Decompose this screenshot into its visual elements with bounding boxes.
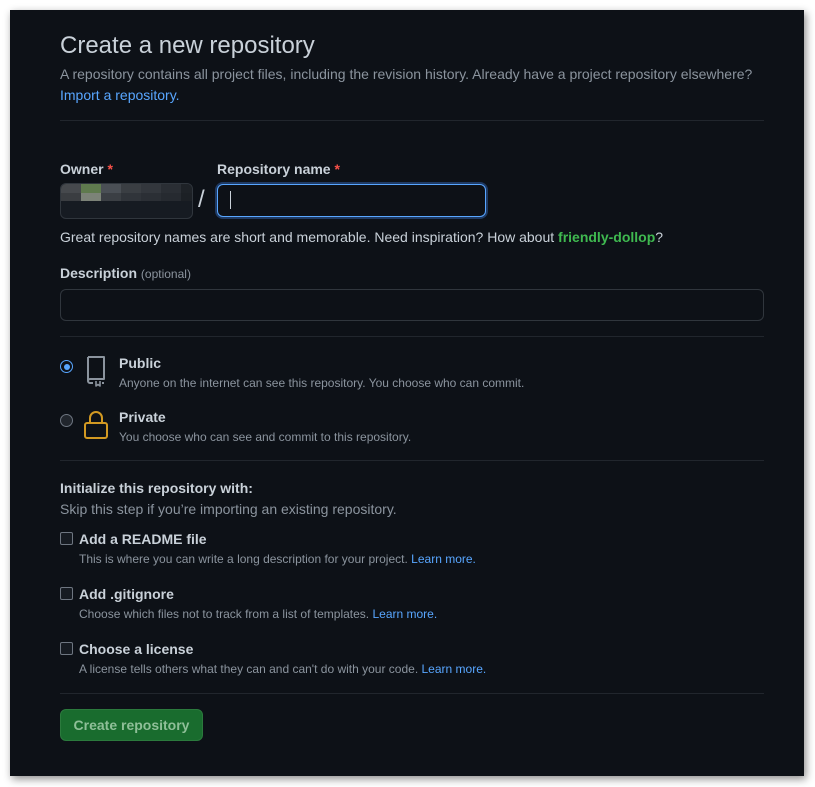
public-option-title: Public: [119, 355, 162, 371]
readme-learn-more-link[interactable]: Learn more.: [411, 552, 476, 566]
name-hint: Great repository names are short and mem…: [60, 229, 663, 245]
description-input[interactable]: [60, 289, 764, 321]
repository-name-label-text: Repository name: [217, 161, 331, 177]
private-radio[interactable]: [60, 414, 73, 427]
owner-label: Owner *: [60, 161, 113, 177]
gitignore-learn-more-link[interactable]: Learn more.: [372, 607, 437, 621]
create-repository-window: Create a new repository A repository con…: [10, 10, 804, 776]
gitignore-title: Add .gitignore: [79, 586, 174, 602]
license-learn-more-link[interactable]: Learn more.: [422, 662, 487, 676]
license-description: A license tells others what they can and…: [79, 662, 486, 676]
owner-repo-separator: /: [198, 186, 205, 213]
initialize-title: Initialize this repository with:: [60, 480, 253, 496]
initialize-subtitle: Skip this step if you’re importing an ex…: [60, 501, 397, 517]
gitignore-description: Choose which files not to track from a l…: [79, 607, 437, 621]
owner-select[interactable]: [60, 183, 193, 219]
optional-tag: (optional): [140, 267, 191, 281]
readme-description-text: This is where you can write a long descr…: [79, 552, 408, 566]
lock-icon: [83, 409, 109, 441]
description-label: Description (optional): [60, 265, 191, 281]
divider: [60, 460, 764, 461]
gitignore-checkbox[interactable]: [60, 587, 73, 600]
repository-name-label: Repository name *: [217, 161, 340, 177]
private-option-title: Private: [119, 409, 166, 425]
gitignore-description-text: Choose which files not to track from a l…: [79, 607, 370, 621]
divider: [60, 336, 764, 337]
avatar: [61, 184, 192, 218]
divider: [60, 120, 764, 121]
readme-description: This is where you can write a long descr…: [79, 552, 476, 566]
name-hint-text: Great repository names are short and mem…: [60, 229, 559, 245]
import-repository-link[interactable]: Import a repository.: [60, 87, 180, 103]
readme-checkbox[interactable]: [60, 532, 73, 545]
page-subtitle: A repository contains all project files,…: [60, 66, 753, 82]
divider: [60, 693, 764, 694]
required-mark: *: [107, 161, 113, 177]
create-repository-button[interactable]: Create repository: [60, 709, 203, 741]
readme-title: Add a README file: [79, 531, 207, 547]
name-hint-suffix: ?: [655, 229, 664, 245]
suggested-name-link[interactable]: friendly-dollop: [558, 229, 655, 245]
license-title: Choose a license: [79, 641, 194, 657]
repository-name-input[interactable]: [217, 184, 486, 217]
page-title: Create a new repository: [60, 32, 315, 59]
repo-icon: [83, 355, 109, 387]
required-mark: *: [334, 161, 340, 177]
public-option-description: Anyone on the internet can see this repo…: [119, 376, 525, 390]
license-checkbox[interactable]: [60, 642, 73, 655]
license-description-text: A license tells others what they can and…: [79, 662, 419, 676]
public-radio[interactable]: [60, 360, 73, 373]
owner-label-text: Owner: [60, 161, 104, 177]
description-label-text: Description: [60, 265, 138, 281]
private-option-description: You choose who can see and commit to thi…: [119, 430, 412, 444]
text-caret: [230, 191, 231, 209]
